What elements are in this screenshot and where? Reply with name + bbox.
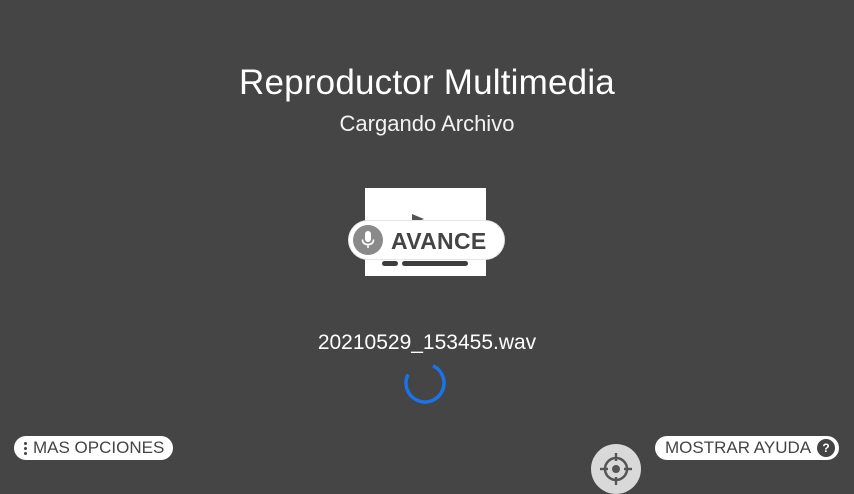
loading-status: Cargando Archivo xyxy=(339,111,515,136)
thumbnail-progress-long xyxy=(402,261,468,266)
loading-spinner xyxy=(403,361,447,410)
crosshair-icon xyxy=(600,453,632,485)
help-icon: ? xyxy=(817,439,835,457)
thumbnail-progress-short xyxy=(382,261,398,266)
more-vertical-icon xyxy=(24,442,27,455)
show-help-label: MOSTRAR AYUDA xyxy=(665,438,812,457)
show-help-button[interactable]: MOSTRAR AYUDA ? xyxy=(655,436,839,460)
microphone-icon xyxy=(353,225,383,255)
avance-label: AVANCE xyxy=(391,228,487,254)
more-options-label: MAS OPCIONES xyxy=(33,438,165,457)
target-button[interactable] xyxy=(591,444,641,494)
more-options-button[interactable]: MAS OPCIONES xyxy=(14,436,173,460)
app-title: Reproductor Multimedia xyxy=(239,63,615,102)
file-name: 20210529_153455.wav xyxy=(317,331,537,354)
